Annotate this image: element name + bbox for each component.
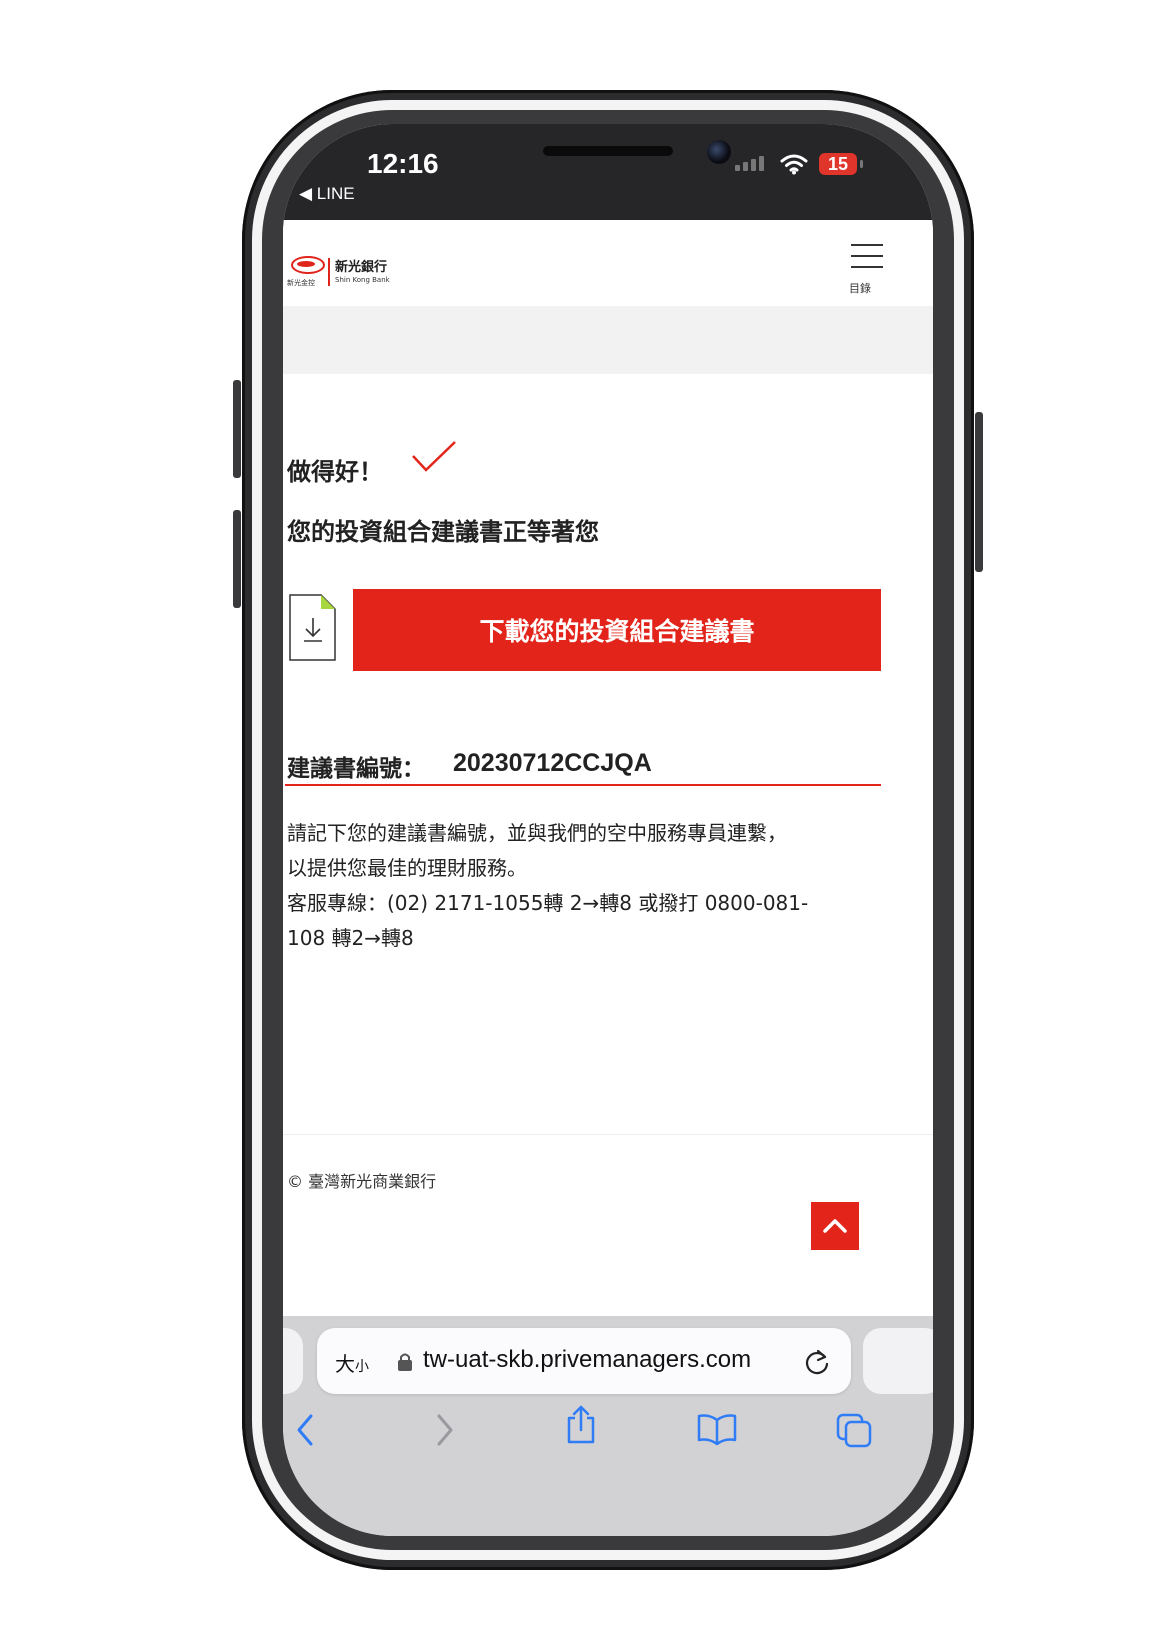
success-heading: 做得好！ [287, 458, 383, 486]
logo-bank-english: Shin Kong Bank [335, 276, 390, 284]
back-arrow-icon[interactable] [293, 1412, 317, 1448]
battery-tip [860, 160, 863, 168]
hotline-line: 108 轉2→轉8 [287, 926, 414, 950]
text-size-large: 大 [335, 1352, 355, 1376]
instruction-line: 請記下您的建議書編號，並與我們的空中服務專員連繫， [287, 821, 787, 845]
status-bar: 12:16 ◀ LINE 15 [283, 124, 933, 220]
download-file-icon[interactable] [289, 594, 337, 662]
footer-divider [283, 1134, 933, 1135]
contact-instructions: 請記下您的建議書編號，並與我們的空中服務專員連繫， 以提供您最佳的理財服務。 客… [287, 816, 887, 956]
hamburger-icon [851, 244, 883, 246]
browser-toolbar: 大小 tw-uat-skb.privemanagers.com [283, 1316, 933, 1536]
logo-emblem-inner [297, 261, 315, 267]
menu-label: 目錄 [849, 282, 871, 295]
copyright-text: © 臺灣新光商業銀行 [287, 1172, 437, 1191]
proposal-number: 20230712CCJQA [453, 749, 652, 777]
page-banner [283, 306, 933, 374]
logo-divider [328, 258, 330, 286]
address-bar[interactable]: 大小 tw-uat-skb.privemanagers.com [317, 1328, 851, 1394]
volume-up-button [233, 380, 241, 478]
tabs-icon[interactable] [835, 1412, 873, 1448]
menu-button[interactable]: 目錄 [845, 240, 893, 296]
hotline-line: 客服專線：(02) 2171-1055轉 2→轉8 或撥打 0800-081- [287, 891, 809, 915]
share-icon[interactable] [565, 1404, 597, 1444]
hamburger-icon-line [851, 266, 883, 268]
text-size-small: 小 [355, 1359, 369, 1375]
url-text: tw-uat-skb.privemanagers.com [423, 1346, 752, 1373]
volume-down-button [233, 510, 241, 608]
back-to-line-link[interactable]: ◀ LINE [299, 184, 355, 204]
bookmarks-icon[interactable] [697, 1412, 737, 1446]
previous-tab-preview[interactable] [283, 1328, 303, 1394]
instruction-line: 以提供您最佳的理財服務。 [287, 856, 527, 880]
status-time: 12:16 [367, 148, 439, 179]
text-size-button[interactable]: 大小 [335, 1348, 369, 1377]
speaker-notch [543, 146, 673, 156]
logo-bank-name: 新光銀行 [335, 260, 388, 275]
power-button [975, 412, 983, 572]
scroll-to-top-button[interactable] [811, 1202, 859, 1250]
next-tab-preview[interactable] [863, 1328, 933, 1394]
reload-icon[interactable] [805, 1348, 831, 1376]
site-header: 新光金控 新光銀行 Shin Kong Bank 目錄 [283, 220, 933, 306]
proposal-number-label: 建議書編號： [287, 756, 425, 782]
hamburger-icon-line [851, 255, 883, 257]
phone-screen: 12:16 ◀ LINE 15 新光金控 新光銀行 Shin Kong Bank [283, 124, 933, 1536]
proposal-number-underline [285, 784, 881, 786]
battery-indicator: 15 [819, 153, 857, 175]
wifi-icon [780, 154, 808, 175]
lock-icon [398, 1353, 412, 1371]
checkmark-icon [412, 441, 456, 472]
proposal-ready-text: 您的投資組合建議書正等著您 [287, 518, 599, 546]
front-camera [707, 140, 731, 164]
chevron-up-icon [823, 1219, 847, 1233]
cellular-signal-icon [735, 156, 764, 171]
forward-arrow-icon[interactable] [433, 1412, 457, 1448]
download-proposal-button[interactable]: 下載您的投資組合建議書 [353, 589, 881, 671]
logo-group-name: 新光金控 [287, 279, 315, 287]
